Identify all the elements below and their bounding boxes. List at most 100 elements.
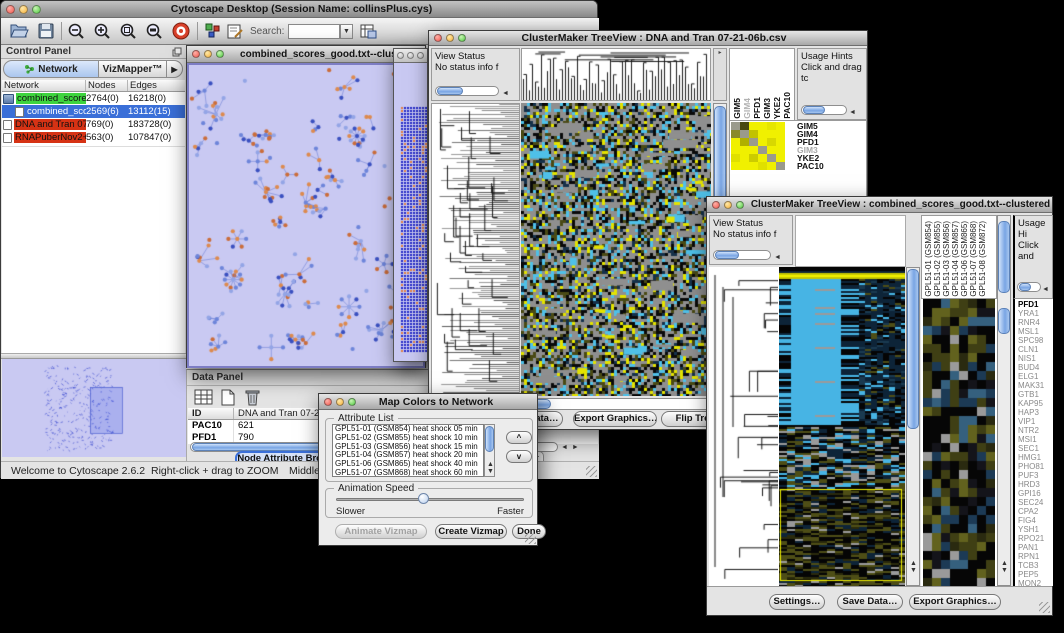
search-input[interactable] (288, 24, 340, 39)
matrix-cell[interactable] (776, 146, 785, 154)
move-down-button[interactable]: v (506, 450, 532, 463)
import-attributes-icon[interactable] (359, 22, 377, 40)
matrix-cell[interactable] (749, 154, 758, 162)
tv2-gene-label[interactable]: HRD3 (1018, 480, 1044, 489)
help-lifering-icon[interactable] (171, 21, 191, 41)
tv2-gene-label[interactable]: MSL1 (1018, 327, 1044, 336)
matrix-cell[interactable] (767, 130, 776, 138)
main-titlebar[interactable]: Cytoscape Desktop (Session Name: collins… (1, 1, 597, 18)
tv2-gene-label[interactable]: PHO81 (1018, 462, 1044, 471)
network-graph-canvas[interactable] (189, 65, 423, 366)
matrix-cell[interactable] (767, 162, 776, 170)
tv1-row-dendrogram-canvas[interactable] (432, 104, 519, 395)
matrix-cell[interactable] (767, 146, 776, 154)
scroll-thumb[interactable] (803, 106, 825, 114)
matrix-cell[interactable] (740, 122, 749, 130)
matrix-cell[interactable] (749, 162, 758, 170)
tv1-status-scrollbar[interactable] (435, 86, 499, 96)
matrix-cell[interactable] (731, 130, 740, 138)
treeview-dna-titlebar[interactable]: ClusterMaker TreeView : DNA and Tran 07-… (429, 31, 867, 46)
matrix-cell[interactable] (749, 138, 758, 146)
tv2-vscroll-arrows[interactable]: ▲▼ (910, 560, 918, 574)
matrix-cell[interactable] (758, 146, 767, 154)
matrix-cell[interactable] (749, 130, 758, 138)
tv2-gene-label[interactable]: NIS1 (1018, 354, 1044, 363)
treeview-combined-titlebar[interactable]: ClusterMaker TreeView : combined_scores_… (707, 197, 1052, 213)
tv1-hints-scrollbar[interactable] (801, 105, 847, 115)
matrix-cell[interactable] (740, 162, 749, 170)
minimize-button[interactable] (724, 201, 732, 209)
close-button[interactable] (324, 398, 332, 406)
tv2-gene-label[interactable]: MON2 (1018, 579, 1044, 586)
dialog-resize-grip[interactable] (525, 533, 536, 544)
zoom-out-icon[interactable] (67, 22, 85, 40)
scroll-thumb[interactable] (1019, 283, 1031, 291)
zoom-fit-icon[interactable] (119, 22, 137, 40)
tv2-button-export-graphics-[interactable]: Export Graphics… (909, 594, 1001, 610)
col-edges[interactable]: Edges (128, 80, 183, 91)
network-view-titlebar[interactable]: combined_scores_good.txt--cluste... (187, 46, 425, 63)
scroll-thumb[interactable] (437, 87, 463, 95)
tv2-row-dendrogram-canvas[interactable] (709, 267, 778, 586)
close-button[interactable] (192, 50, 200, 58)
scroll-thumb[interactable] (715, 251, 739, 259)
matrix-cell[interactable] (758, 122, 767, 130)
tv2-gene-label[interactable]: SEC1 (1018, 444, 1044, 453)
tv2-gene-label[interactable]: ELG1 (1018, 372, 1044, 381)
tv1-column-dendrogram-canvas[interactable] (522, 49, 710, 100)
matrix-cell[interactable] (749, 146, 758, 154)
save-icon[interactable] (37, 22, 55, 40)
attribute-table-icon[interactable] (194, 389, 214, 406)
zoom-button[interactable] (348, 398, 356, 406)
minimize-button[interactable] (19, 5, 28, 14)
grid-window-titlebar[interactable] (394, 49, 427, 63)
matrix-cell[interactable] (767, 122, 776, 130)
tv2-button-save-data-[interactable]: Save Data… (837, 594, 903, 610)
zoom-selected-icon[interactable] (145, 22, 163, 40)
tv2-gene-label[interactable]: KAP95 (1018, 399, 1044, 408)
zoom-in-icon[interactable] (93, 22, 111, 40)
tv2-gene-label[interactable]: RNR4 (1018, 318, 1044, 327)
tv2-gene-label[interactable]: RPO21 (1018, 534, 1044, 543)
matrix-cell[interactable] (758, 154, 767, 162)
tv1-heatmap-canvas[interactable] (521, 103, 711, 396)
delete-trash-icon[interactable] (244, 388, 261, 407)
matrix-cell[interactable] (749, 122, 758, 130)
matrix-cell[interactable] (731, 122, 740, 130)
animate-vizmap-button[interactable]: Animate Vizmap (335, 524, 427, 539)
attr-scroll-arrows[interactable]: ▲▼ (487, 461, 495, 475)
tv2-gene-label[interactable]: PEP5 (1018, 570, 1044, 579)
matrix-cell[interactable] (776, 122, 785, 130)
main-resize-grip[interactable] (586, 466, 597, 477)
matrix-cell[interactable] (731, 138, 740, 146)
tv2-gene-label[interactable]: YSH1 (1018, 525, 1044, 534)
tv2-gene-label[interactable]: HAP3 (1018, 408, 1044, 417)
tv2-gene-label[interactable]: FIG4 (1018, 516, 1044, 525)
zoom-button[interactable] (458, 34, 466, 42)
network-table-row[interactable]: RNAPuberNov2+|563(0)107847(0) (2, 131, 185, 144)
tv2-gene-label[interactable]: VIP1 (1018, 417, 1044, 426)
matrix-cell[interactable] (740, 146, 749, 154)
zoom-button[interactable] (736, 201, 744, 209)
tv2-right-scroll-arrows[interactable]: ▲▼ (1001, 560, 1009, 574)
tv2-gene-label[interactable]: RPN1 (1018, 552, 1044, 561)
tv2-gene-label[interactable]: MAK31 (1018, 381, 1044, 390)
grid-network-canvas[interactable] (394, 63, 427, 361)
tab-network[interactable]: Network (3, 60, 99, 78)
tv2-gene-label[interactable]: CLN1 (1018, 345, 1044, 354)
matrix-cell[interactable] (776, 138, 785, 146)
dialog-titlebar[interactable]: Map Colors to Network (319, 394, 537, 410)
tv2-right-vscrollbar[interactable]: ▲▼ (997, 215, 1011, 586)
zoom-button[interactable] (216, 50, 224, 58)
vizmapper-icon[interactable] (204, 22, 222, 40)
tv2-status-scrollbar[interactable] (713, 250, 771, 260)
data-hscroll-arrows[interactable]: ◄ ► (561, 444, 580, 451)
tv2-gene-label[interactable]: GPI16 (1018, 489, 1044, 498)
tab-vizmapper[interactable]: VizMapper™ (99, 60, 167, 78)
tv2-gene-label[interactable]: NTR2 (1018, 426, 1044, 435)
tv1-hints-scroll-arrows[interactable]: ◄ ► (849, 107, 866, 120)
tv1-zoom-matrix[interactable] (731, 122, 785, 170)
tv2-gene-label[interactable]: PFD1 (1018, 300, 1044, 309)
zoom-button[interactable] (417, 52, 424, 59)
move-up-button[interactable]: ^ (506, 431, 532, 444)
